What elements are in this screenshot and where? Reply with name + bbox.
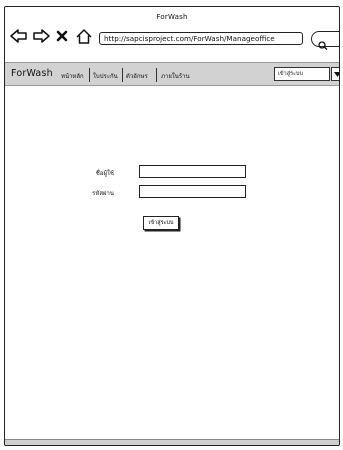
- window-title: ForWash: [156, 13, 188, 21]
- menu-item-home[interactable]: หน้าหลัก: [61, 71, 84, 81]
- brand-logo[interactable]: ForWash: [11, 68, 53, 79]
- menu-item-in-store[interactable]: ภายในร้าน: [161, 71, 190, 81]
- title-bar: ForWash http://sapcisproject.com/ForWash…: [5, 7, 339, 59]
- menu-item-letters[interactable]: ตัวอักษร: [126, 71, 148, 81]
- back-arrow-icon[interactable]: [9, 27, 29, 45]
- username-field[interactable]: [139, 165, 246, 178]
- menu-divider: [89, 68, 90, 82]
- menu-divider: [156, 68, 157, 82]
- browser-window: ForWash http://sapcisproject.com/ForWash…: [4, 6, 340, 446]
- browser-search[interactable]: [311, 31, 339, 50]
- home-icon[interactable]: [75, 27, 93, 45]
- login-button[interactable]: เข้าสู่ระบบ: [143, 216, 179, 230]
- forward-arrow-icon[interactable]: [31, 27, 51, 45]
- menu-divider: [122, 68, 123, 82]
- address-bar[interactable]: http://sapcisproject.com/ForWash/Manageo…: [99, 32, 303, 45]
- chevron-down-icon[interactable]: [331, 67, 339, 81]
- password-field[interactable]: [139, 185, 246, 198]
- menu-item-warranty[interactable]: ใบประกัน: [93, 71, 118, 81]
- status-bar: [5, 439, 339, 445]
- close-x-icon[interactable]: [54, 27, 70, 45]
- password-label: รหัสผ่าน: [92, 190, 114, 197]
- login-select[interactable]: เข้าสู่ระบบ: [274, 67, 330, 81]
- menu-bar: ForWash หน้าหลัก ใบประกัน ตัวอักษร ภายใน…: [5, 62, 339, 86]
- search-icon: [318, 35, 328, 54]
- username-label: ชื่อผู้ใช้: [95, 170, 114, 177]
